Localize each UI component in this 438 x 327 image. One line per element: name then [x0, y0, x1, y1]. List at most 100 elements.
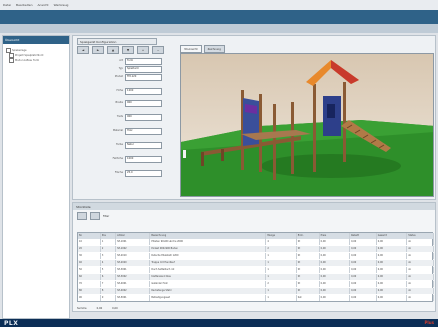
form-row: Tiefe 900: [77, 114, 177, 121]
tree-item-label: Modul Aufbau Turm: [15, 58, 40, 62]
table-cell: ok: [407, 281, 434, 287]
table-row[interactable]: 30 3 SP-2010 Rutsche Edelstahl 1200 1 St 0,00 0…: [78, 253, 434, 259]
field-input[interactable]: 900: [125, 100, 162, 107]
table-cell: 0,00: [320, 253, 351, 259]
table-row[interactable]: 80 8 SP-4002 Reckstange Stahl 1 St 0,00 0,00 0,0…: [78, 288, 434, 294]
field-input[interactable]: Holz: [125, 128, 162, 135]
zoom-out-button[interactable]: −: [152, 46, 164, 54]
menu-item-file[interactable]: Datei: [3, 3, 11, 7]
table-cell: St: [297, 239, 320, 245]
table-cell: 0,00: [377, 288, 408, 294]
field-input[interactable]: Spielturm: [125, 66, 162, 73]
tilt-up-button[interactable]: ▲: [107, 46, 119, 54]
table-row[interactable]: 10 1 SP-1001 Pfosten 90x90 Lärche 2000 4 St 0,…: [78, 239, 434, 245]
table-cell: ok: [407, 274, 434, 280]
field-input[interactable]: 25,0: [125, 170, 162, 177]
form-row: Typ Spielturm: [77, 66, 177, 73]
field-input[interactable]: TM-120: [125, 74, 162, 81]
parts-list-panel: Stückliste Filter Nr. Pos Artikel Bezeichnu…: [72, 202, 436, 312]
filter-icon[interactable]: [90, 212, 100, 220]
field-label: Fallhöhe: [112, 157, 123, 160]
table-cell: 0,00: [350, 274, 377, 280]
table-cell: 1: [266, 267, 297, 273]
table-cell: 0,00: [377, 253, 408, 259]
table-cell: 0,00: [350, 239, 377, 245]
field-input[interactable]: Natur: [125, 142, 162, 149]
table-cell: 0,00: [350, 295, 377, 301]
field-label: Breite: [115, 101, 123, 104]
field-label: Fläche: [114, 171, 123, 174]
table-cell: 60: [78, 274, 101, 280]
tilt-down-button[interactable]: ▼: [122, 46, 134, 54]
tree-item[interactable]: Modul Aufbau Turm: [9, 57, 40, 63]
refresh-icon[interactable]: [77, 212, 87, 220]
table-cell: 0,00: [320, 288, 351, 294]
table-row[interactable]: 20 2 SP-1002 Podest 900x900 Boden 2 St 0,00 0,0…: [78, 246, 434, 252]
menu-item-tools[interactable]: Werkzeug: [54, 3, 69, 7]
table-cell: Pfosten 90x90 Lärche 2000: [150, 239, 267, 245]
tower-window: [327, 104, 335, 118]
table-row[interactable]: 40 4 SP-2020 Treppe mit Handlauf 1 St 0,00 0,00…: [78, 260, 434, 266]
grid-footer: Summe 0,00 0,00: [77, 304, 377, 312]
table-cell: 90: [78, 295, 101, 301]
table-cell: SP-2010: [116, 253, 151, 259]
field-label: Art: [119, 59, 123, 62]
field-input[interactable]: Turm: [125, 58, 162, 65]
field-label: Modell: [114, 75, 123, 78]
table-cell: 1: [266, 253, 297, 259]
status-bar: PLX Plus: [0, 319, 438, 327]
rotate-right-button[interactable]: ►: [92, 46, 104, 54]
table-cell: 2: [266, 281, 297, 287]
property-form: Art Turm Typ Spielturm Modell TM-120 Höh…: [77, 56, 177, 196]
field-label: Höhe: [116, 89, 123, 92]
table-cell: St: [297, 281, 320, 287]
table-row[interactable]: 50 5 SP-3001 Dach Satteldach rot 1 St 0,00 0,00…: [78, 267, 434, 273]
menu-item-edit[interactable]: Bearbeiten: [16, 3, 32, 7]
3d-viewport[interactable]: [180, 53, 434, 197]
document-tab[interactable]: Spielgerät Konfiguration: [77, 38, 157, 45]
table-cell: SP-4002: [116, 288, 151, 294]
tab-3d-view[interactable]: 3D-Ansicht: [180, 45, 202, 53]
field-input[interactable]: 1000: [125, 156, 162, 163]
table-cell: Set: [297, 295, 320, 301]
table-cell: 0,00: [350, 267, 377, 273]
beam-post: [221, 149, 224, 161]
table-cell: 1: [266, 295, 297, 301]
table-cell: St: [297, 253, 320, 259]
table-cell: 2: [266, 246, 297, 252]
form-row: Material Holz: [77, 128, 177, 135]
tree-item[interactable]: Projekt Spielplatz Nord: [9, 52, 44, 58]
table-cell: 0,00: [377, 260, 408, 266]
rotate-left-button[interactable]: ◄: [77, 46, 89, 54]
tree-item-label: Projekt Spielplatz Nord: [15, 53, 44, 57]
table-cell: 0,00: [350, 288, 377, 294]
form-row: Breite 900: [77, 100, 177, 107]
table-cell: 40: [78, 260, 101, 266]
tree-item-label: Spielanlage: [12, 48, 27, 52]
field-label: Farbe: [116, 143, 123, 146]
table-cell: 1: [266, 260, 297, 266]
zoom-in-button[interactable]: +: [137, 46, 149, 54]
tab-drawing[interactable]: Zeichnung: [203, 45, 225, 53]
table-cell: 2: [101, 246, 117, 252]
field-input[interactable]: 1200: [125, 88, 162, 95]
table-cell: 0,00: [320, 239, 351, 245]
table-cell: 0,00: [377, 267, 408, 273]
table-row[interactable]: 60 6 SP-3002 Kletterwand blau 1 St 0,00 0,00 0,0…: [78, 274, 434, 280]
app-logo: PLX: [4, 319, 19, 327]
field-label: Tiefe: [116, 115, 123, 118]
table-cell: St: [297, 288, 320, 294]
table-cell: 0,00: [320, 295, 351, 301]
field-label: Material: [112, 129, 123, 132]
table-cell: 0,00: [350, 246, 377, 252]
field-input[interactable]: 900: [125, 114, 162, 121]
grid-toolbar: Filter: [77, 212, 197, 220]
menu-bar: Datei Bearbeiten Ansicht Werkzeug: [0, 0, 438, 10]
table-cell: SP-3002: [116, 274, 151, 280]
tree-item[interactable]: Spielanlage: [6, 47, 27, 53]
table-row[interactable]: 70 7 SP-4001 Geländer Holz 2 St 0,00 0,00 0,00 ok: [78, 281, 434, 287]
menu-item-view[interactable]: Ansicht: [38, 3, 49, 7]
brand-logo: Plus: [424, 320, 434, 325]
table-cell: SP-5001: [116, 295, 151, 301]
table-row[interactable]: 90 9 SP-5001 Befestigungsset 1 Set 0,00 0,00 0,0…: [78, 295, 434, 301]
